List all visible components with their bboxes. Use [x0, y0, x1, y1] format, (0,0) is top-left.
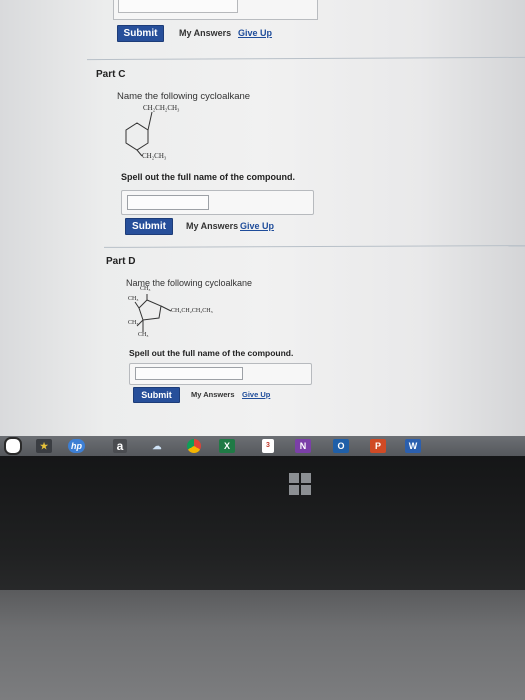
windows-logo-icon [289, 473, 311, 495]
browser-page: Submit My Answers Give Up Part C Name th… [0, 0, 525, 436]
part-c-sub-bottom-label: CH₂CH₃ [142, 152, 167, 160]
part-b-give-up-link[interactable]: Give Up [238, 28, 272, 38]
part-c-give-up-link[interactable]: Give Up [240, 221, 274, 231]
powerpoint-icon[interactable]: P [370, 439, 386, 453]
laptop-base [0, 590, 525, 700]
part-d-answer-field[interactable] [135, 367, 243, 380]
part-c-answer-field[interactable] [127, 195, 209, 210]
part-b-submit-button[interactable]: Submit [117, 25, 164, 42]
part-d-submit-button[interactable]: Submit [133, 387, 180, 403]
weather-icon[interactable]: ☁ [150, 439, 164, 453]
part-d-structure: CH₃ CH₃ CH₂CH₂CH₂CH₃ CH₃ CH₃ [125, 286, 235, 344]
part-c-title: Part C [96, 69, 126, 80]
part-b-my-answers-link[interactable]: My Answers [179, 28, 231, 38]
start-icon[interactable] [4, 437, 22, 455]
part-d-title: Part D [106, 256, 136, 267]
part-b-answer-box[interactable] [113, 0, 318, 20]
part-c-answer-box [121, 190, 314, 215]
part-c-submit-button[interactable]: Submit [125, 218, 173, 235]
section-divider [87, 56, 525, 61]
part-d-ch3-low-left-label: CH₃ [128, 320, 139, 326]
part-d-answer-box [129, 363, 312, 385]
part-d-ch3-left-label: CH₃ [128, 296, 139, 302]
part-d-my-answers-link[interactable]: My Answers [191, 390, 235, 399]
app-badge-icon[interactable]: 3 [262, 439, 274, 453]
taskbar: ★ hp a ☁ X 3 N O P W [0, 436, 525, 456]
part-d-chain-label: CH₂CH₂CH₂CH₃ [171, 308, 213, 314]
part-d-ch3-top-label: CH₃ [140, 286, 151, 292]
word-icon[interactable]: W [405, 439, 421, 453]
part-c-sub-top-label: CH₂CH₂CH₃ [143, 104, 180, 112]
part-d-give-up-link[interactable]: Give Up [242, 390, 270, 399]
part-b-answer-field[interactable] [118, 0, 238, 13]
part-c-my-answers-link[interactable]: My Answers [186, 221, 238, 231]
part-c-structure: CH₂CH₂CH₃ CH₂CH₃ [118, 100, 198, 164]
hp-icon[interactable]: hp [68, 439, 85, 453]
section-divider-2 [103, 245, 525, 248]
amazon-icon[interactable]: a [113, 439, 127, 453]
excel-icon[interactable]: X [219, 439, 235, 453]
part-d-ch3-bottom-label: CH₃ [138, 332, 149, 338]
onenote-icon[interactable]: N [295, 439, 311, 453]
outlook-icon[interactable]: O [333, 439, 349, 453]
part-c-instruction: Spell out the full name of the compound. [121, 172, 295, 182]
chrome-icon[interactable] [187, 439, 201, 453]
photos-app-icon[interactable]: ★ [36, 439, 52, 453]
part-d-instruction: Spell out the full name of the compound. [129, 348, 294, 358]
